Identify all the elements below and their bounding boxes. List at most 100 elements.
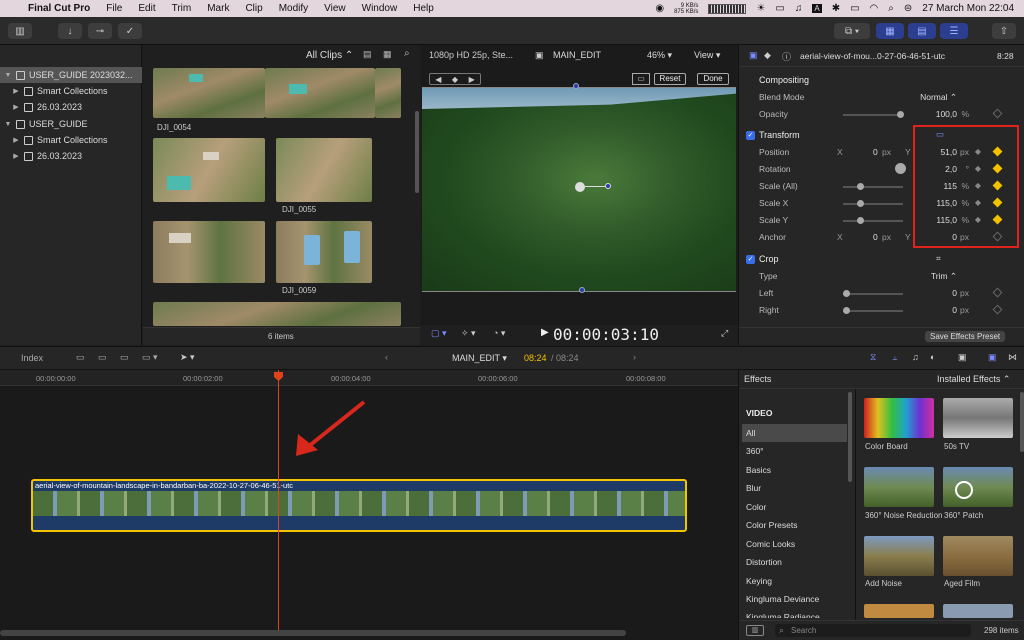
slider-knob[interactable]: [843, 307, 850, 314]
input-source-icon[interactable]: A: [812, 4, 822, 13]
slider-knob[interactable]: [857, 183, 864, 190]
menu-clip[interactable]: Clip: [237, 3, 270, 14]
calendar-icon[interactable]: ▭: [775, 3, 784, 14]
library-item-smart-collections-2[interactable]: ▶ Smart Collections: [0, 132, 142, 148]
effect-thumbnail-360-patch[interactable]: [943, 467, 1013, 507]
menu-help[interactable]: Help: [405, 3, 442, 14]
effects-category-kingluma-deviance[interactable]: Kingluma Deviance: [742, 590, 847, 608]
search-icon[interactable]: ⌕: [404, 48, 410, 59]
clip-thumbnail-dji-0055b[interactable]: [276, 138, 372, 202]
append-icon[interactable]: ▭: [120, 352, 129, 363]
timecode[interactable]: 00:00:03:10: [553, 325, 659, 344]
crop-right-slider[interactable]: [843, 307, 903, 314]
background-tasks-icon[interactable]: ✓: [118, 23, 142, 39]
disclosure-down-icon[interactable]: ▼: [4, 121, 12, 128]
search-icon[interactable]: ⌕: [888, 3, 894, 14]
timeline-project-dropdown[interactable]: MAIN_EDIT ▾: [452, 353, 507, 364]
disclosure-down-icon[interactable]: ▼: [4, 72, 12, 79]
brightness-icon[interactable]: ☀: [756, 3, 765, 14]
anchor-point[interactable]: [575, 182, 585, 192]
color-inspector-icon[interactable]: ◆: [764, 50, 771, 61]
timeline[interactable]: 00:00:00:00 00:00:02:00 00:00:04:00 00:0…: [0, 370, 738, 640]
video-inspector-icon[interactable]: ▣: [749, 50, 758, 61]
effects-scrollbar[interactable]: [1020, 392, 1024, 452]
slider-knob[interactable]: [857, 200, 864, 207]
zoom-dropdown[interactable]: 46% ▾: [647, 50, 672, 61]
wifi-icon[interactable]: ◠: [870, 3, 879, 14]
disclosure-right-icon[interactable]: ▶: [12, 152, 20, 160]
enhancements-icon[interactable]: ✧ ▾: [461, 328, 476, 339]
skimming-icon[interactable]: ⫠: [892, 352, 897, 363]
browser-scrollbar[interactable]: [415, 111, 419, 193]
menu-edit[interactable]: Edit: [130, 3, 163, 14]
filmstrip-icon[interactable]: ▦: [383, 49, 392, 60]
select-tool-icon[interactable]: ➤ ▾: [180, 352, 195, 363]
effects-category-color-presets[interactable]: Color Presets: [742, 516, 847, 534]
library-item-user-guide[interactable]: ▼ USER_GUIDE: [0, 116, 142, 132]
slider-knob[interactable]: [897, 111, 904, 118]
clock[interactable]: 27 March Mon 22:04: [922, 3, 1014, 14]
effect-thumbnail-add-noise[interactable]: [864, 536, 934, 576]
headphones-icon[interactable]: ♫: [795, 3, 803, 14]
blend-mode-dropdown[interactable]: Normal ⌃: [920, 92, 957, 103]
effects-category-comic-looks[interactable]: Comic Looks: [742, 535, 847, 553]
clip-thumbnail-dji-0054a[interactable]: [153, 68, 265, 118]
crop-right-value[interactable]: 0: [952, 305, 957, 315]
transform-icon[interactable]: ▭: [632, 73, 650, 85]
browser-toggle-icon[interactable]: ▦: [876, 23, 904, 39]
effects-category-color[interactable]: Color: [742, 498, 847, 516]
effects-category-distortion[interactable]: Distortion: [742, 553, 847, 571]
crop-onscreen-icon[interactable]: ⌗: [936, 253, 941, 264]
overwrite-icon[interactable]: ▭ ▾: [142, 352, 158, 363]
position-x-value[interactable]: 0: [873, 147, 878, 157]
transform-handle-bottom[interactable]: [579, 287, 585, 293]
headphones-icon[interactable]: ♫: [912, 352, 919, 362]
effects-category-kingluma-radiance[interactable]: Kingluma Radiance: [742, 608, 847, 618]
keyframe-button[interactable]: [992, 304, 1003, 315]
clip-thumbnail-dji-0059b[interactable]: [276, 221, 372, 283]
status-icon[interactable]: ◉: [655, 3, 664, 14]
rotation-dial[interactable]: [895, 163, 906, 174]
fullscreen-icon[interactable]: ⤢: [721, 328, 728, 339]
crop-left-value[interactable]: 0: [952, 288, 957, 298]
menu-trim[interactable]: Trim: [164, 3, 200, 14]
bluetooth-icon[interactable]: ✱: [832, 3, 840, 14]
effects-browser-icon[interactable]: ▣: [988, 352, 997, 363]
anchor-x-value[interactable]: 0: [873, 232, 878, 242]
scale-all-slider[interactable]: [843, 183, 903, 190]
categories-scrollbar[interactable]: [848, 392, 852, 482]
tools-menu-icon[interactable]: ⧉ ▾: [834, 23, 870, 39]
battery-icon[interactable]: ▭: [850, 3, 859, 14]
menu-app-name[interactable]: Final Cut Pro: [20, 3, 98, 14]
control-center-icon[interactable]: ⊜: [904, 3, 912, 14]
library-item-event-26032023-2[interactable]: ▶ 26.03.2023: [0, 148, 142, 164]
inspector-toggle-icon[interactable]: ☰: [940, 23, 968, 39]
playhead[interactable]: [278, 370, 279, 632]
effects-category-basics[interactable]: Basics: [742, 461, 847, 479]
crop-section[interactable]: ✓ Crop ⌗: [739, 251, 1024, 268]
effect-thumbnail-partial[interactable]: [943, 604, 1013, 618]
opacity-slider[interactable]: [843, 111, 904, 118]
done-button[interactable]: Done: [697, 73, 729, 85]
opacity-value[interactable]: 100,0: [936, 109, 957, 119]
reset-button[interactable]: Reset: [654, 73, 686, 85]
clip-thumbnail-dji-0055a[interactable]: [153, 138, 265, 202]
disclosure-right-icon[interactable]: ▶: [12, 103, 20, 111]
sidebar-toggle-icon[interactable]: ▥: [746, 625, 764, 636]
clip-thumbnail-dji-0054b[interactable]: [265, 68, 375, 118]
timeline-ruler[interactable]: 00:00:00:00 00:00:02:00 00:00:04:00 00:0…: [0, 370, 738, 386]
back-icon[interactable]: ‹: [385, 352, 388, 362]
effect-thumbnail-partial[interactable]: [864, 604, 934, 618]
clip-thumbnail-dji-0059a[interactable]: [153, 221, 265, 283]
forward-icon[interactable]: ›: [633, 352, 636, 362]
transform-checkbox[interactable]: ✓: [746, 131, 755, 140]
clip-filter-dropdown[interactable]: All Clips ⌃: [306, 50, 353, 61]
library-icon[interactable]: ▥: [8, 23, 32, 39]
slider-knob[interactable]: [843, 290, 850, 297]
disclosure-right-icon[interactable]: ▶: [12, 136, 20, 144]
search-field[interactable]: ⌕ Search: [775, 624, 971, 637]
clip-thumbnail-partial[interactable]: [153, 302, 401, 326]
clip-appearance-icon[interactable]: ▣: [958, 352, 967, 363]
keyframe-button[interactable]: [992, 287, 1003, 298]
installed-effects-dropdown[interactable]: Installed Effects ⌃: [937, 374, 1010, 385]
